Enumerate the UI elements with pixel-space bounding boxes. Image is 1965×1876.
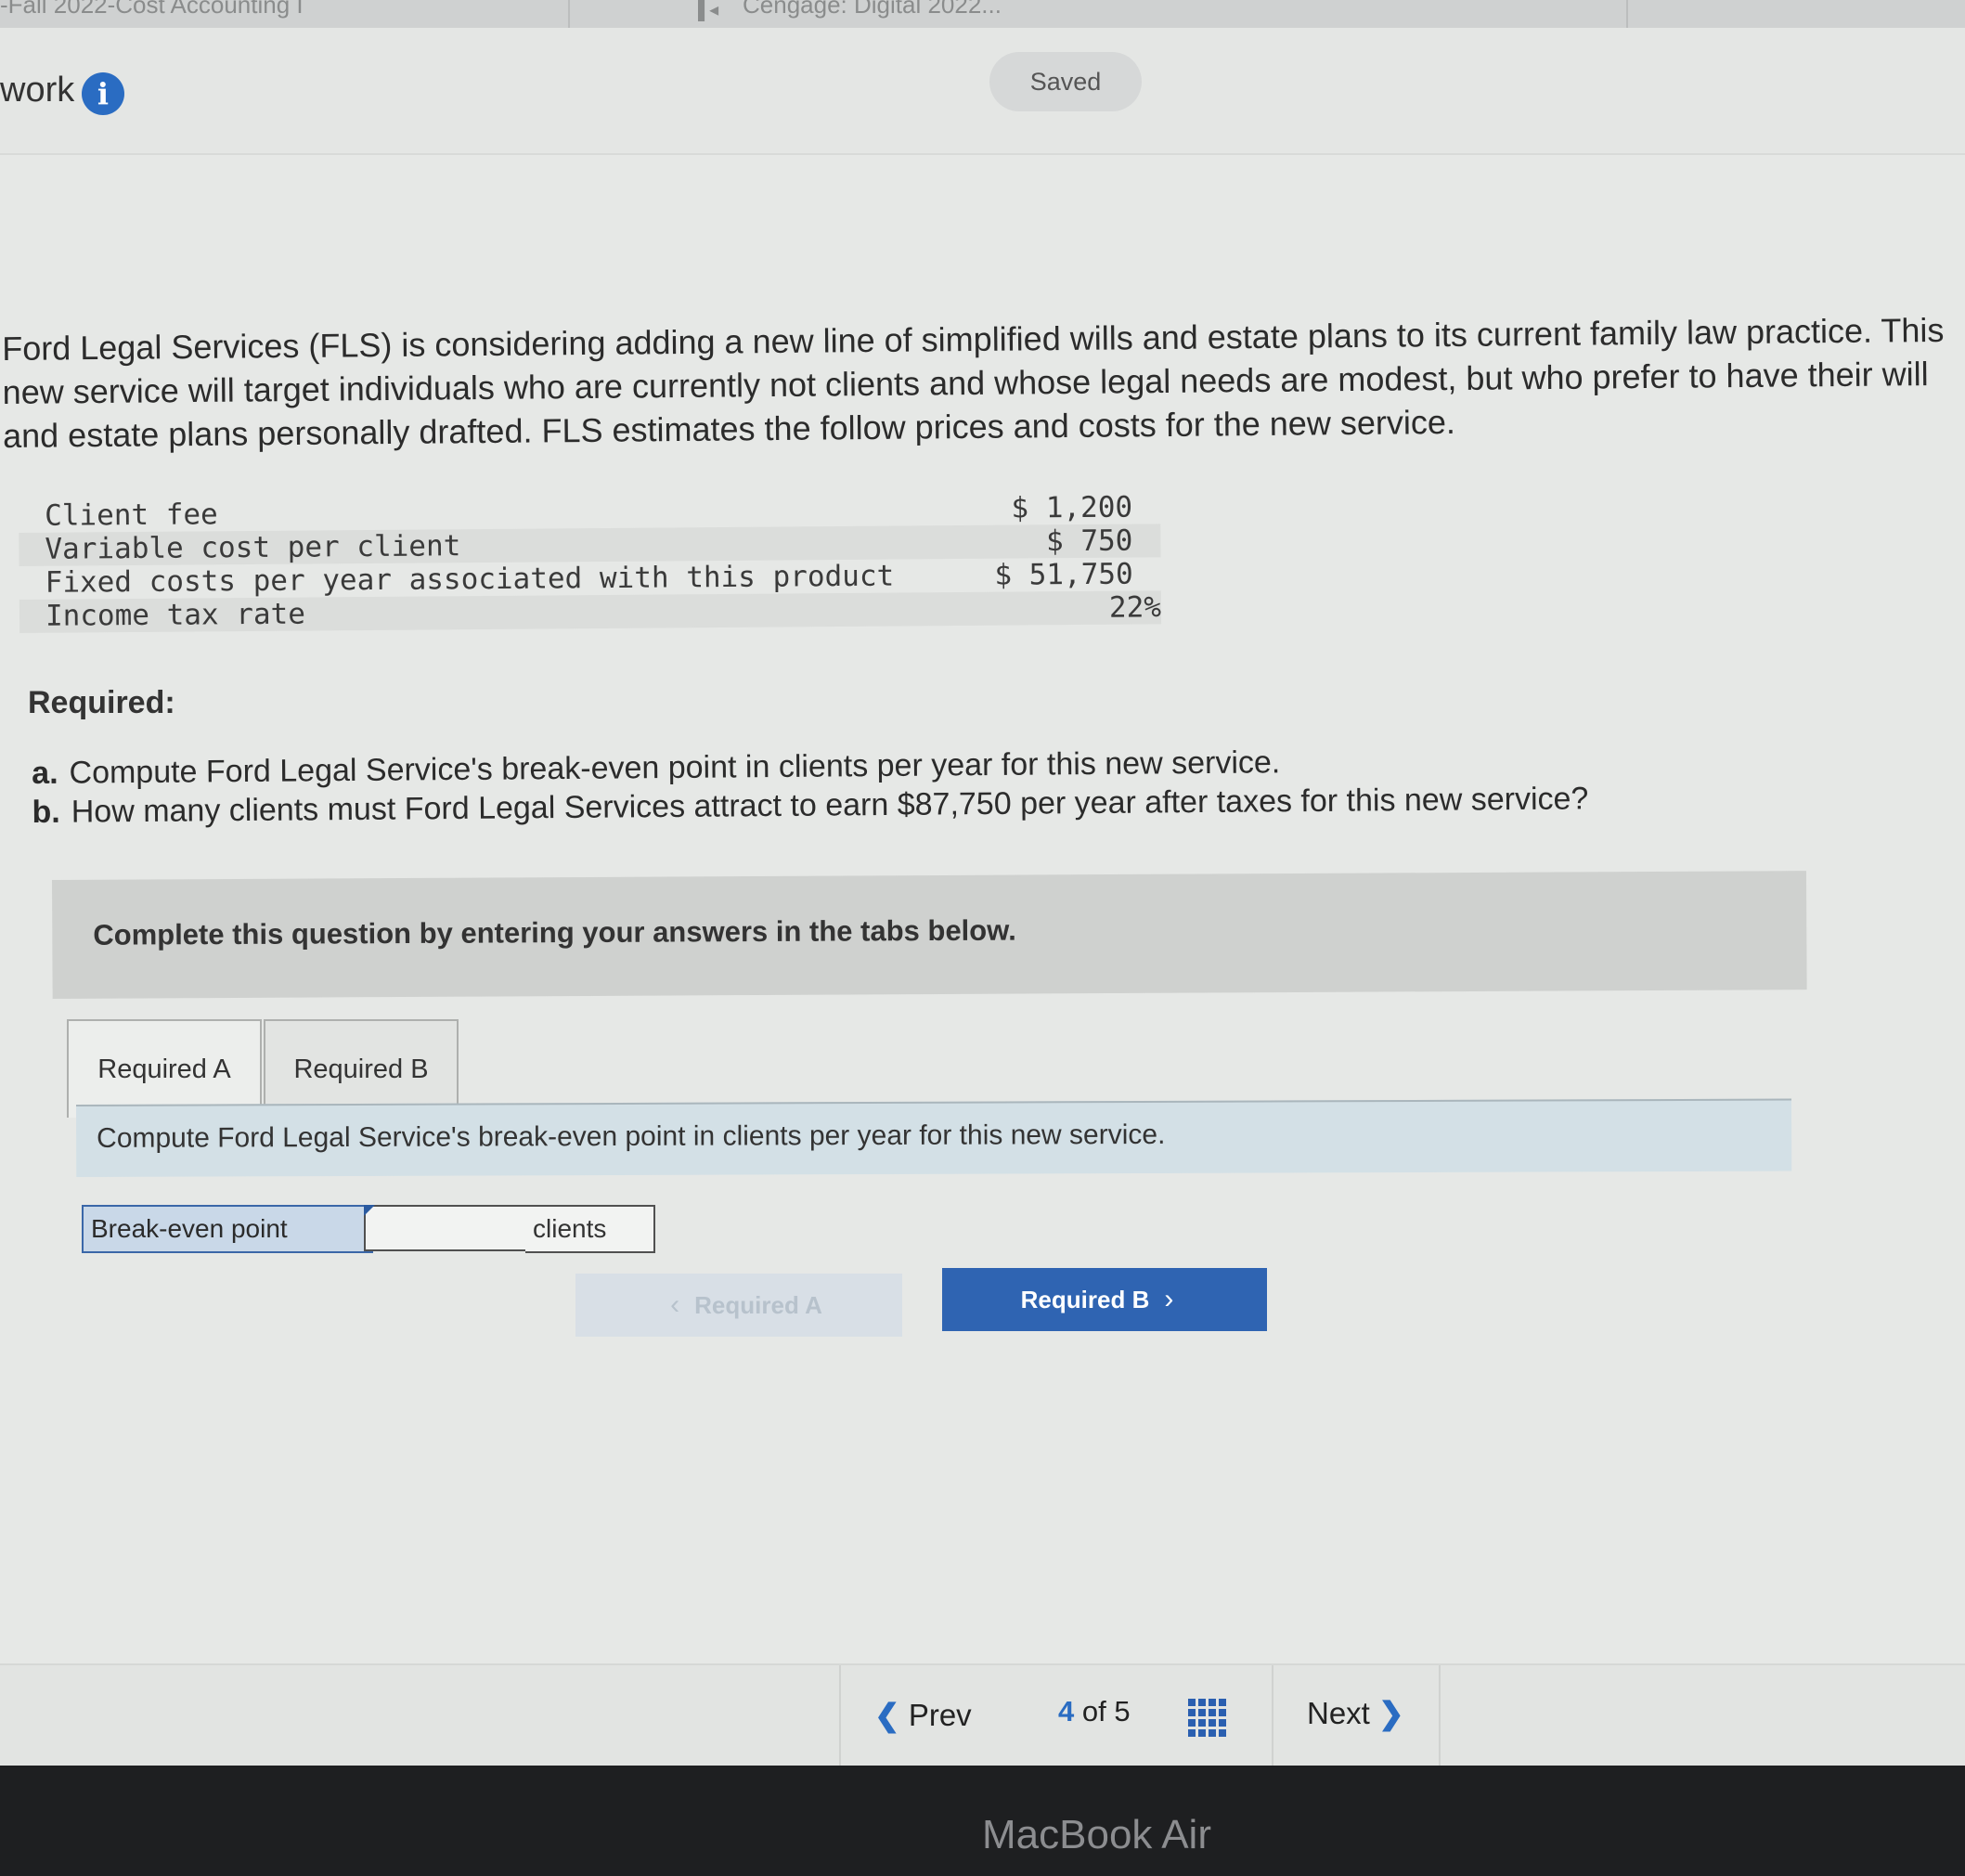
saved-status-badge: Saved	[989, 52, 1142, 111]
footer-divider	[1439, 1665, 1441, 1766]
browser-tab-title[interactable]: -Fall 2022-Cost Accounting I	[0, 0, 304, 19]
browser-tab-strip: -Fall 2022-Cost Accounting I ▌◂ Cengage:…	[0, 0, 1965, 29]
cost-value: $ 1,200	[1011, 490, 1133, 525]
footer-next-button[interactable]: Next ❯	[1307, 1695, 1404, 1731]
cost-label: Variable cost per client	[45, 529, 461, 566]
instructions-box: Complete this question by entering your …	[52, 871, 1807, 999]
input-flag-icon	[364, 1205, 375, 1216]
cost-table: Client fee $ 1,200 Variable cost per cli…	[19, 490, 1161, 633]
device-brand-logo: MacBook Air	[982, 1812, 1211, 1857]
problem-intro: Ford Legal Services (FLS) is considering…	[0, 308, 1965, 458]
page-indicator: 4 of 5	[1058, 1695, 1131, 1728]
footer-prev-label: Prev	[908, 1698, 972, 1732]
footer-divider	[1272, 1665, 1273, 1766]
chevron-left-icon: ‹	[670, 1289, 680, 1320]
footer-next-label: Next	[1307, 1696, 1370, 1730]
chevron-left-icon: ❮	[874, 1698, 900, 1732]
browser-tab-icon: ▌◂	[698, 0, 718, 20]
prev-required-button[interactable]: ‹ Required A	[575, 1274, 902, 1337]
current-page: 4	[1058, 1695, 1075, 1727]
page-title: work	[0, 71, 75, 110]
tab-separator	[1626, 0, 1628, 28]
cost-value: 22%	[1108, 590, 1162, 625]
total-pages: 5	[1114, 1695, 1131, 1727]
required-heading: Required:	[28, 685, 175, 720]
page-of: of	[1081, 1695, 1106, 1727]
info-icon[interactable]: i	[82, 72, 124, 115]
requirement-letter: a.	[32, 755, 58, 791]
instructions-text: Complete this question by entering your …	[93, 913, 1016, 951]
tab-prompt-text: Compute Ford Legal Service's break-even …	[97, 1119, 1166, 1154]
cost-value: $ 750	[1045, 524, 1133, 559]
cost-label: Client fee	[44, 498, 218, 533]
answer-label: Break-even point	[82, 1205, 373, 1253]
chevron-right-icon: ›	[1164, 1284, 1174, 1314]
answer-unit: clients	[525, 1205, 655, 1253]
cost-value: $ 51,750	[994, 557, 1133, 592]
browser-tab-title-2[interactable]: Cengage: Digital 2022...	[743, 0, 1002, 19]
laptop-bezel: MacBook Air	[0, 1766, 1965, 1876]
tab-required-a[interactable]: Required A	[67, 1019, 262, 1118]
tab-separator	[568, 0, 570, 28]
footer-prev-button[interactable]: ❮ Prev	[874, 1697, 972, 1733]
grid-icon[interactable]	[1188, 1699, 1226, 1737]
answer-row: Break-even point clients	[82, 1205, 655, 1253]
break-even-input[interactable]	[364, 1205, 536, 1251]
tab-prompt-panel: Compute Ford Legal Service's break-even …	[76, 1098, 1792, 1177]
chevron-right-icon: ❯	[1378, 1696, 1404, 1730]
next-required-button[interactable]: Required B ›	[942, 1268, 1267, 1331]
question-footer: ❮ Prev 4 of 5 Next ❯	[0, 1663, 1965, 1767]
requirement-letter: b.	[32, 794, 60, 830]
assignment-header: work i Saved	[0, 28, 1965, 155]
requirements-list: a. Compute Ford Legal Service's break-eve…	[32, 739, 1703, 832]
next-required-label: Required B	[1020, 1286, 1150, 1313]
prev-required-label: Required A	[694, 1291, 822, 1319]
cost-label: Income tax rate	[45, 597, 306, 633]
footer-divider	[839, 1665, 841, 1766]
